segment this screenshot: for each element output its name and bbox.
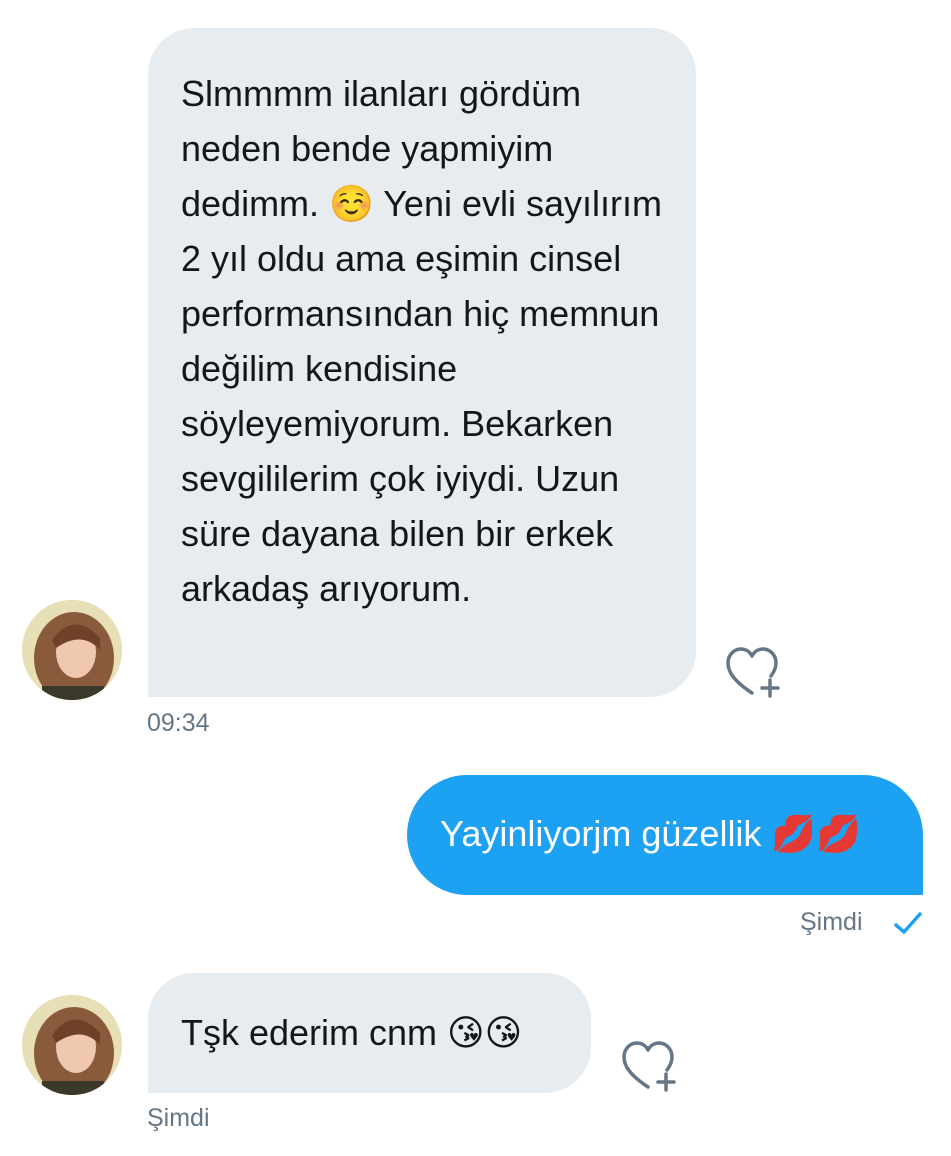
heart-plus-icon: [726, 647, 780, 698]
sent-status: [893, 910, 923, 936]
heart-plus-icon: [622, 1041, 676, 1092]
avatar-image: [22, 600, 122, 700]
message-timestamp: Şimdi: [800, 908, 863, 936]
message-text: Slmmmm ilanları gördüm neden bende yapmi…: [181, 73, 662, 609]
outgoing-message-bubble[interactable]: Yayinliyorjm güzellik 💋💋: [407, 775, 923, 895]
message-timestamp: Şimdi: [147, 1104, 210, 1132]
message-text: Tşk ederim cnm 😘😘: [181, 1012, 523, 1053]
incoming-message-bubble[interactable]: Slmmmm ilanları gördüm neden bende yapmi…: [148, 28, 696, 697]
message-text: Yayinliyorjm güzellik 💋💋: [440, 813, 862, 854]
checkmark-icon: [894, 912, 922, 934]
incoming-message-bubble[interactable]: Tşk ederim cnm 😘😘: [148, 973, 591, 1093]
sender-avatar[interactable]: [22, 995, 122, 1095]
sender-avatar[interactable]: [22, 600, 122, 700]
message-timestamp: 09:34: [147, 709, 210, 737]
like-button[interactable]: [620, 1040, 684, 1092]
avatar-image: [22, 995, 122, 1095]
like-button[interactable]: [724, 646, 788, 698]
